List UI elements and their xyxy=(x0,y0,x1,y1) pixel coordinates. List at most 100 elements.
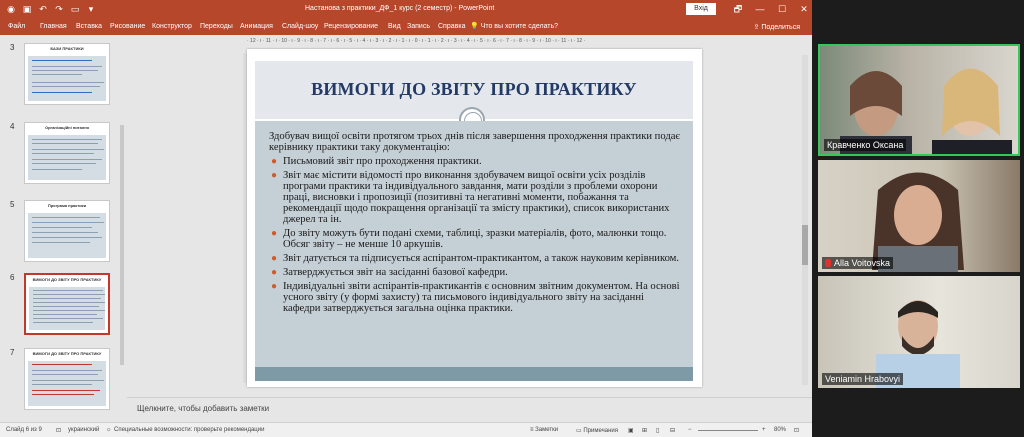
comments-label: Примечания xyxy=(583,428,618,434)
bullet-item: ● Звіт датується та підписується аспірант… xyxy=(269,253,683,264)
tab-home[interactable]: Главная xyxy=(40,23,67,30)
participant-name: Кравченко Оксана xyxy=(824,139,907,151)
editor-scrollbar[interactable] xyxy=(802,55,808,385)
slide-counter: Слайд 6 из 9 xyxy=(6,427,42,433)
slide-body[interactable]: Здобувач вищої освіти протягом трьох дні… xyxy=(255,121,693,367)
tab-record[interactable]: Запись xyxy=(407,23,430,30)
notes-pane[interactable]: Щелкните, чтобы добавить заметки xyxy=(127,397,812,422)
view-sorter-icon[interactable]: ⊞ xyxy=(642,427,647,434)
sign-in-button[interactable]: Вхід xyxy=(686,3,716,15)
slide-thumbnail-6[interactable]: ВИМОГИ ДО ЗВІТУ ПРО ПРАКТИКУ xyxy=(24,273,110,335)
slide-thumbnail-7[interactable]: ВИМОГИ ДО ЗВІТУ ПРО ПРАКТИКУ xyxy=(24,348,110,410)
notes-placeholder[interactable]: Щелкните, чтобы добавить заметки xyxy=(137,404,269,413)
save-icon[interactable]: ▣ xyxy=(22,4,32,14)
bullet-text: Звіт має містити відомості про виконання… xyxy=(283,170,670,225)
tell-me-label: Что вы хотите сделать? xyxy=(480,23,559,30)
slide-thumbnail-5[interactable]: Програма практики xyxy=(24,200,110,262)
tell-me-search[interactable]: 💡 Что вы хотите сделать? xyxy=(470,22,558,30)
tab-transitions[interactable]: Переходы xyxy=(200,23,233,30)
participant-tile[interactable]: Veniamin Hrabovyi xyxy=(818,276,1020,388)
title-bar: ◉ ▣ ↶ ↷ ▭ ▾ Настанова з практики_ДФ_1 ку… xyxy=(0,0,812,19)
bullet-item: ● Письмовий звіт про проходження практики… xyxy=(269,156,683,167)
current-slide[interactable]: ВИМОГИ ДО ЗВІТУ ПРО ПРАКТИКУ Здобувач ви… xyxy=(247,49,702,387)
bullet-item: ● Індивідуальні звіти аспірантів-практика… xyxy=(269,281,683,314)
thumb-body xyxy=(28,213,106,258)
share-button[interactable]: ⇪ Поделиться xyxy=(754,23,800,31)
muted-mic-icon xyxy=(825,259,831,267)
close-icon[interactable]: ✕ xyxy=(798,2,810,16)
zoom-out-icon[interactable]: − xyxy=(688,427,692,433)
view-reading-icon[interactable]: ▯ xyxy=(656,427,659,434)
thumb-number: 4 xyxy=(10,122,15,131)
bullet-icon: ● xyxy=(271,228,278,239)
bullet-item: ● Звіт має містити відомості про виконанн… xyxy=(269,170,683,225)
participant-video-icon xyxy=(876,300,960,388)
slide-content[interactable]: Здобувач вищої освіти протягом трьох дні… xyxy=(269,131,683,317)
thumb-title: ВИМОГИ ДО ЗВІТУ ПРО ПРАКТИКУ xyxy=(25,349,109,359)
slide-title[interactable]: ВИМОГИ ДО ЗВІТУ ПРО ПРАКТИКУ xyxy=(255,79,693,100)
share-label: Поделиться xyxy=(761,24,800,31)
slide-editor: · 12 · ı · 11 · ı · 10 · ı · 9 · ı · 8 ·… xyxy=(127,35,812,397)
language-indicator[interactable]: украинский xyxy=(68,427,99,433)
customize-icon[interactable]: ▾ xyxy=(86,4,96,14)
minimize-icon[interactable]: — xyxy=(754,2,766,16)
tab-animations[interactable]: Анимация xyxy=(240,23,273,30)
undo-icon[interactable]: ↶ xyxy=(38,4,48,14)
thumb-number: 3 xyxy=(10,43,15,52)
view-slideshow-icon[interactable]: ⊟ xyxy=(670,427,675,434)
tab-view[interactable]: Вид xyxy=(388,23,401,30)
thumb-title: Програма практики xyxy=(25,201,109,211)
spellcheck-icon[interactable]: ⊡ xyxy=(56,427,61,434)
thumb-number: 6 xyxy=(10,273,15,282)
thumb-title: БАЗИ ПРАКТИКИ xyxy=(25,44,109,54)
participant-tile[interactable]: Кравченко Оксана xyxy=(818,44,1020,156)
tab-design[interactable]: Конструктор xyxy=(152,23,192,30)
participant-name-text: Alla Voitovska xyxy=(834,258,891,268)
tab-slideshow[interactable]: Слайд-шоу xyxy=(282,23,318,30)
notes-toggle[interactable]: ≡ Заметки xyxy=(530,427,558,433)
bullet-item: ● До звіту можуть бути подані схеми, табл… xyxy=(269,228,683,250)
view-normal-icon[interactable]: ▣ xyxy=(628,427,634,434)
comments-toggle[interactable]: ▭ Примечания xyxy=(576,427,618,434)
ribbon-display-icon[interactable]: 🗗 xyxy=(732,2,744,16)
participant-tile[interactable]: Alla Voitovska xyxy=(818,160,1020,272)
redo-icon[interactable]: ↷ xyxy=(54,4,64,14)
maximize-icon[interactable]: ☐ xyxy=(776,2,788,16)
thumb-body xyxy=(28,361,106,406)
bullet-text: Затверджується звіт на засіданні базової… xyxy=(283,267,508,278)
powerpoint-window: ◉ ▣ ↶ ↷ ▭ ▾ Настанова з практики_ДФ_1 ку… xyxy=(0,0,812,437)
tab-file[interactable]: Файл xyxy=(8,23,25,30)
slide-bullets: ● Письмовий звіт про проходження практики… xyxy=(269,156,683,314)
tab-help[interactable]: Справка xyxy=(438,23,465,30)
ribbon-tabs: Файл Главная Вставка Рисование Конструкт… xyxy=(0,19,812,35)
accessibility-status[interactable]: Специальные возможности: проверьте реком… xyxy=(114,427,264,433)
bullet-item: ● Затверджується звіт на засіданні базово… xyxy=(269,267,683,278)
accessibility-icon[interactable]: ☼ xyxy=(106,427,112,433)
bullet-icon: ● xyxy=(271,267,278,278)
participant-video-icon xyxy=(872,172,964,272)
zoom-slider[interactable] xyxy=(698,430,758,431)
scroll-thumb[interactable] xyxy=(802,225,808,265)
zoom-in-icon[interactable]: + xyxy=(762,427,766,433)
quick-access-toolbar: ◉ ▣ ↶ ↷ ▭ ▾ xyxy=(6,4,96,14)
slide-thumbnail-3[interactable]: БАЗИ ПРАКТИКИ xyxy=(24,43,110,105)
thumb-body xyxy=(28,56,106,101)
status-bar: Слайд 6 из 9 ⊡ украинский ☼ Специальные … xyxy=(0,422,812,437)
lightbulb-icon: 💡 xyxy=(470,23,481,30)
tab-insert[interactable]: Вставка xyxy=(76,23,102,30)
bullet-icon: ● xyxy=(271,281,278,292)
tab-draw[interactable]: Рисование xyxy=(110,23,145,30)
thumb-title: ВИМОГИ ДО ЗВІТУ ПРО ПРАКТИКУ xyxy=(26,275,108,285)
tab-review[interactable]: Рецензирование xyxy=(324,23,378,30)
slide-intro: Здобувач вищої освіти протягом трьох дні… xyxy=(269,131,680,153)
zoom-level[interactable]: 80% xyxy=(774,427,786,433)
bullet-icon: ● xyxy=(271,253,278,264)
slideshow-icon[interactable]: ▭ xyxy=(70,4,80,14)
bullet-text: Індивідуальні звіти аспірантів-практикан… xyxy=(283,281,680,314)
thumb-body xyxy=(29,287,105,330)
fit-slide-icon[interactable]: ⊡ xyxy=(794,427,799,434)
autosave-icon[interactable]: ◉ xyxy=(6,4,16,14)
thumbnails-scrollbar[interactable] xyxy=(120,125,124,365)
bullet-text: Письмовий звіт про проходження практики. xyxy=(283,156,482,167)
slide-thumbnail-4[interactable]: Організаційні питання xyxy=(24,122,110,184)
